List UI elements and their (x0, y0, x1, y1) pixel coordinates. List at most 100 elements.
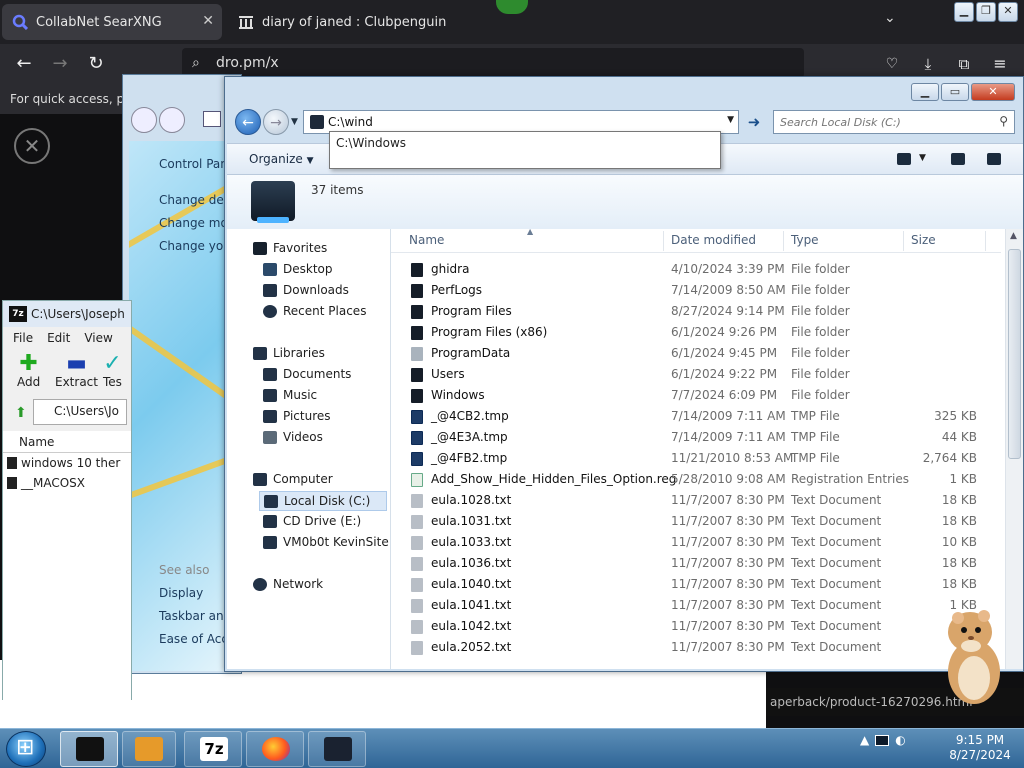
add-button[interactable]: ✚ Add (17, 353, 40, 390)
cp-link[interactable]: Change you (159, 239, 231, 253)
forward-arrow-icon[interactable]: → (48, 52, 72, 76)
cp-back-icon[interactable] (131, 107, 157, 133)
scrollbar-thumb[interactable] (1008, 249, 1021, 459)
table-row[interactable]: eula.1031.txt 11/7/2007 8:30 PM Text Docum… (391, 511, 1001, 532)
close-icon[interactable]: ✕ (971, 83, 1015, 101)
scroll-up-icon[interactable]: ▲ (1010, 231, 1017, 241)
url-bar[interactable]: ⌕ dro.pm/x (182, 48, 804, 78)
download-icon[interactable]: ⤓ (916, 52, 940, 76)
nav-desktop[interactable]: Desktop (263, 262, 333, 276)
search-input[interactable] (780, 113, 980, 131)
close-circle-icon[interactable]: ✕ (14, 128, 50, 164)
minimize-icon[interactable]: ▁ (954, 2, 974, 22)
maximize-icon[interactable]: ❐ (976, 2, 996, 22)
table-row[interactable]: _@4E3A.tmp 7/14/2009 7:11 AM TMP File 44 KB (391, 427, 1001, 448)
nav-documents[interactable]: Documents (263, 367, 351, 381)
help-icon[interactable] (987, 153, 1001, 165)
table-row[interactable]: _@4CB2.tmp 7/14/2009 7:11 AM TMP File 325 K… (391, 406, 1001, 427)
sevenzip-column-name[interactable]: Name (3, 431, 131, 453)
table-row[interactable]: eula.1036.txt 11/7/2007 8:30 PM Text Docum… (391, 553, 1001, 574)
nav-downloads[interactable]: Downloads (263, 283, 349, 297)
close-window-icon[interactable]: ✕ (998, 2, 1018, 22)
table-row[interactable]: eula.1041.txt 11/7/2007 8:30 PM Text Docum… (391, 595, 1001, 616)
pocket-icon[interactable]: ♡ (880, 52, 904, 76)
recent-pages-chevron-icon[interactable]: ▼ (291, 117, 298, 127)
nav-videos[interactable]: Videos (263, 430, 323, 444)
table-row[interactable]: Program Files 8/27/2024 9:14 PM File folde… (391, 301, 1001, 322)
taskbar-firefox[interactable] (246, 731, 304, 767)
nav-libraries[interactable]: Libraries (253, 346, 325, 360)
close-tab-icon[interactable]: ✕ (202, 13, 214, 29)
nav-local-disk[interactable]: Local Disk (C:) (259, 491, 387, 511)
menu-icon[interactable]: ≡ (988, 52, 1012, 76)
clock[interactable]: 9:15 PM 8/27/2024 (940, 733, 1020, 763)
table-row[interactable]: Users 6/1/2024 9:22 PM File folder (391, 364, 1001, 385)
vertical-scrollbar[interactable]: ▲ (1005, 229, 1023, 669)
forward-arrow-icon[interactable]: → (263, 109, 289, 135)
folder-up-icon[interactable]: ⬆ (15, 405, 27, 421)
nav-favorites[interactable]: Favorites (253, 241, 327, 255)
maximize-icon[interactable]: ▭ (941, 83, 969, 101)
change-view-icon[interactable] (897, 153, 911, 165)
taskbar-computer[interactable] (308, 731, 366, 767)
column-header-date[interactable]: Date modified (671, 233, 756, 247)
browser-tab-searxng[interactable]: CollabNet SearXNG ✕ (2, 4, 222, 40)
table-row[interactable]: Program Files (x86) 6/1/2024 9:26 PM File … (391, 322, 1001, 343)
table-row[interactable]: PerfLogs 7/14/2009 8:50 AM File folder (391, 280, 1001, 301)
taskbar-media-player[interactable] (122, 731, 176, 767)
menu-edit[interactable]: Edit (47, 327, 70, 349)
search-box[interactable]: ⚲ (773, 110, 1015, 134)
cp-see-also-link[interactable]: Taskbar and (159, 609, 231, 623)
sevenzip-path[interactable]: C:\Users\Jo (33, 399, 127, 425)
nav-computer[interactable]: Computer (253, 472, 333, 486)
organize-button[interactable]: Organize ▼ (249, 152, 314, 166)
back-arrow-icon[interactable]: ← (235, 109, 261, 135)
column-header-size[interactable]: Size (911, 233, 936, 247)
table-row[interactable]: Add_Show_Hide_Hidden_Files_Option.reg 5/2… (391, 469, 1001, 490)
preview-pane-icon[interactable] (951, 153, 965, 165)
extract-button[interactable]: ▬ Extract (55, 353, 98, 390)
table-row[interactable]: eula.1033.txt 11/7/2007 8:30 PM Text Docum… (391, 532, 1001, 553)
show-hidden-icons-icon[interactable]: ▲ (860, 733, 869, 747)
table-row[interactable]: eula.2052.txt 11/7/2007 8:30 PM Text Docum… (391, 637, 1001, 658)
nav-pictures[interactable]: Pictures (263, 409, 331, 423)
tab-list-chevron-icon[interactable]: ⌄ (884, 10, 896, 26)
taskbar-explorer[interactable] (60, 731, 118, 767)
extensions-icon[interactable]: ⧉ (952, 52, 976, 76)
column-header-name[interactable]: Name (409, 233, 444, 247)
nav-recent-places[interactable]: Recent Places (263, 304, 366, 318)
list-item[interactable]: windows 10 ther (3, 453, 131, 473)
view-options-chevron-icon[interactable]: ▼ (919, 153, 926, 163)
table-row[interactable]: ghidra 4/10/2024 3:39 PM File folder (391, 259, 1001, 280)
menu-file[interactable]: File (13, 327, 33, 349)
back-arrow-icon[interactable]: ← (12, 52, 36, 76)
start-button[interactable] (6, 731, 46, 767)
table-row[interactable]: eula.1028.txt 11/7/2007 8:30 PM Text Docum… (391, 490, 1001, 511)
address-input[interactable] (328, 113, 708, 131)
address-dropdown-chevron-icon[interactable]: ▼ (727, 115, 734, 125)
volume-icon[interactable]: ◐ (895, 733, 905, 747)
minimize-icon[interactable]: ▁ (911, 83, 939, 101)
table-row[interactable]: ProgramData 6/1/2024 9:45 PM File folder (391, 343, 1001, 364)
list-item[interactable]: __MACOSX (3, 473, 131, 493)
taskbar-7zip[interactable]: 7z (184, 731, 242, 767)
cp-see-also-link[interactable]: Display (159, 586, 203, 600)
table-row[interactable]: eula.1042.txt 11/7/2007 8:30 PM Text Docum… (391, 616, 1001, 637)
search-icon[interactable]: ⚲ (999, 114, 1008, 128)
test-button[interactable]: ✓ Tes (103, 353, 122, 390)
column-header-type[interactable]: Type (791, 233, 819, 247)
network-status-icon[interactable] (875, 734, 890, 746)
table-row[interactable]: _@4FB2.tmp 11/21/2010 8:53 AM TMP File 2,76… (391, 448, 1001, 469)
reload-icon[interactable]: ↻ (84, 52, 108, 76)
cp-forward-icon[interactable] (159, 107, 185, 133)
table-row[interactable]: Windows 7/7/2024 6:09 PM File folder (391, 385, 1001, 406)
autocomplete-item[interactable]: C:\Windows (330, 132, 720, 154)
nav-cd-drive[interactable]: CD Drive (E:) (263, 514, 361, 528)
table-row[interactable]: eula.1040.txt 11/7/2007 8:30 PM Text Docum… (391, 574, 1001, 595)
nav-network[interactable]: Network (253, 577, 323, 591)
nav-network-share[interactable]: VM0b0t KevinSite (263, 535, 389, 549)
browser-tab-clubpenguin[interactable]: diary of janed : Clubpenguin vi (228, 4, 448, 40)
nav-music[interactable]: Music (263, 388, 317, 402)
menu-view[interactable]: View (84, 327, 112, 349)
go-arrow-icon[interactable]: ➜ (743, 111, 765, 133)
